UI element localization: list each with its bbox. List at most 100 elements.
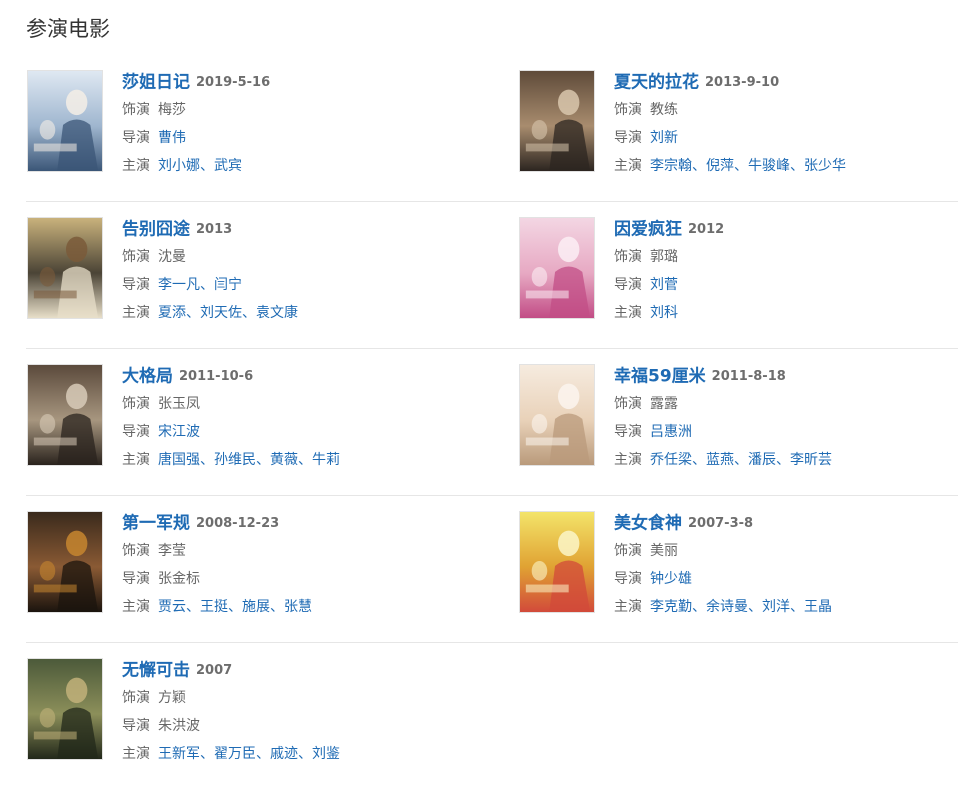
film-info: 美女食神 2007-3-8 饰演 美丽 导演 钟少雄 主演 李克勤、余诗曼、刘洋、王晶 [614, 509, 958, 621]
cast-member-link[interactable]: 刘科 [650, 305, 678, 321]
director-name[interactable]: 闫宁 [214, 277, 242, 293]
cast-label: 主演 [614, 599, 642, 615]
role-name: 教练 [650, 102, 678, 118]
film-director-line: 导演 张金标 [122, 565, 482, 593]
list-separator: 、 [200, 277, 214, 293]
cast-member-link[interactable]: 余诗曼 [706, 599, 748, 615]
director-name[interactable]: 刘菅 [650, 277, 678, 293]
director-name[interactable]: 吕惠洲 [650, 424, 692, 440]
cast-label: 主演 [614, 452, 642, 468]
film-row: 大格局 2011-10-6 饰演 张玉凤 导演 宋江波 主演 唐国强、孙维民、黄薇、牛莉 幸福5… [26, 362, 958, 509]
film-poster[interactable] [519, 511, 595, 613]
director-name[interactable]: 刘新 [650, 130, 678, 146]
cast-member-link[interactable]: 黄薇 [270, 452, 298, 468]
cast-member-link[interactable]: 戚迹 [270, 746, 298, 762]
director-name[interactable]: 曹伟 [158, 130, 186, 146]
film-title-link[interactable]: 幸福59厘米 [614, 367, 706, 387]
cast-member-link[interactable]: 李昕芸 [790, 452, 832, 468]
role-name: 美丽 [650, 543, 678, 559]
cast-member-link[interactable]: 袁文康 [256, 305, 298, 321]
cast-member-link[interactable]: 蓝燕 [706, 452, 734, 468]
film-item: 莎姐日记 2019-5-16 饰演 梅莎 导演 曹伟 主演 刘小娜、武宾 [26, 68, 486, 178]
film-title-link[interactable]: 大格局 [122, 367, 173, 387]
film-release-date: 2008-12-23 [196, 515, 280, 531]
film-info: 大格局 2011-10-6 饰演 张玉凤 导演 宋江波 主演 唐国强、孙维民、黄薇、牛莉 [122, 362, 482, 474]
film-poster[interactable] [27, 217, 103, 319]
director-name[interactable]: 钟少雄 [650, 571, 692, 587]
film-title-link[interactable]: 夏天的拉花 [614, 73, 699, 93]
film-title-link[interactable]: 无懈可击 [122, 661, 190, 681]
film-role-line: 饰演 露露 [614, 390, 958, 418]
cast-member-link[interactable]: 夏添 [158, 305, 186, 321]
film-info: 无懈可击 2007 饰演 方颖 导演 朱洪波 主演 王新军、翟万臣、戚迹、刘鉴 [122, 656, 482, 768]
film-heading: 美女食神 2007-3-8 [614, 509, 958, 537]
cast-member-link[interactable]: 张慧 [284, 599, 312, 615]
cast-member-link[interactable]: 李宗翰 [650, 158, 692, 174]
film-release-date: 2007 [196, 662, 233, 678]
director-label: 导演 [614, 277, 642, 293]
cast-member-link[interactable]: 王晶 [804, 599, 832, 615]
list-separator: 、 [748, 599, 762, 615]
cast-member-link[interactable]: 李克勤 [650, 599, 692, 615]
film-director-line: 导演 朱洪波 [122, 712, 482, 740]
cast-member-link[interactable]: 翟万臣 [214, 746, 256, 762]
cast-member-link[interactable]: 牛骏峰 [748, 158, 790, 174]
film-item: 大格局 2011-10-6 饰演 张玉凤 导演 宋江波 主演 唐国强、孙维民、黄薇、牛莉 [26, 362, 486, 472]
cast-member-link[interactable]: 王挺 [200, 599, 228, 615]
film-info: 第一军规 2008-12-23 饰演 李莹 导演 张金标 主演 贾云、王挺、施展、张慧 [122, 509, 482, 621]
film-release-date: 2019-5-16 [196, 74, 271, 90]
film-row: 第一军规 2008-12-23 饰演 李莹 导演 张金标 主演 贾云、王挺、施展、张慧 美女食神… [26, 509, 958, 656]
film-title-link[interactable]: 美女食神 [614, 514, 682, 534]
film-poster[interactable] [27, 364, 103, 466]
film-director-line: 导演 吕惠洲 [614, 418, 958, 446]
film-poster[interactable] [27, 70, 103, 172]
cast-member-link[interactable]: 刘小娜 [158, 158, 200, 174]
director-label: 导演 [122, 424, 150, 440]
film-heading: 大格局 2011-10-6 [122, 362, 482, 390]
cast-member-link[interactable]: 王新军 [158, 746, 200, 762]
film-poster[interactable] [27, 658, 103, 760]
film-director-line: 导演 刘新 [614, 124, 958, 152]
film-heading: 莎姐日记 2019-5-16 [122, 68, 482, 96]
cast-label: 主演 [122, 746, 150, 762]
film-title-link[interactable]: 因爱疯狂 [614, 220, 682, 240]
film-title-link[interactable]: 莎姐日记 [122, 73, 190, 93]
list-separator: 、 [692, 599, 706, 615]
cast-member-link[interactable]: 潘辰 [748, 452, 776, 468]
director-label: 导演 [122, 277, 150, 293]
cast-member-link[interactable]: 刘洋 [762, 599, 790, 615]
film-poster[interactable] [519, 364, 595, 466]
film-title-link[interactable]: 告别囧途 [122, 220, 190, 240]
cast-member-link[interactable]: 孙维民 [214, 452, 256, 468]
cast-member-link[interactable]: 贾云 [158, 599, 186, 615]
cast-member-link[interactable]: 武宾 [214, 158, 242, 174]
cast-member-link[interactable]: 牛莉 [312, 452, 340, 468]
role-label: 饰演 [122, 249, 150, 265]
director-name[interactable]: 李一凡 [158, 277, 200, 293]
film-cast-line: 主演 李克勤、余诗曼、刘洋、王晶 [614, 593, 958, 621]
cast-member-link[interactable]: 倪萍 [706, 158, 734, 174]
film-director-line: 导演 宋江波 [122, 418, 482, 446]
film-info: 幸福59厘米 2011-8-18 饰演 露露 导演 吕惠洲 主演 乔任梁、蓝燕、潘辰、李昕芸 [614, 362, 958, 474]
film-poster[interactable] [519, 70, 595, 172]
film-item: 夏天的拉花 2013-9-10 饰演 教练 导演 刘新 主演 李宗翰、倪萍、牛骏峰、张少华 [518, 68, 958, 178]
cast-member-link[interactable]: 张少华 [804, 158, 846, 174]
film-role-line: 饰演 沈曼 [122, 243, 482, 271]
cast-member-link[interactable]: 乔任梁 [650, 452, 692, 468]
film-release-date: 2012 [688, 221, 725, 237]
film-poster[interactable] [27, 511, 103, 613]
director-name[interactable]: 宋江波 [158, 424, 200, 440]
director-label: 导演 [614, 571, 642, 587]
cast-member-link[interactable]: 唐国强 [158, 452, 200, 468]
film-info: 因爱疯狂 2012 饰演 郭璐 导演 刘菅 主演 刘科 [614, 215, 958, 327]
cast-member-link[interactable]: 刘鉴 [312, 746, 340, 762]
cast-member-link[interactable]: 施展 [242, 599, 270, 615]
film-item: 幸福59厘米 2011-8-18 饰演 露露 导演 吕惠洲 主演 乔任梁、蓝燕、潘辰、李昕芸 [518, 362, 958, 472]
film-heading: 第一军规 2008-12-23 [122, 509, 482, 537]
film-item: 第一军规 2008-12-23 饰演 李莹 导演 张金标 主演 贾云、王挺、施展、张慧 [26, 509, 486, 619]
cast-member-link[interactable]: 刘天佐 [200, 305, 242, 321]
director-label: 导演 [122, 130, 150, 146]
film-poster[interactable] [519, 217, 595, 319]
film-role-line: 饰演 方颖 [122, 684, 482, 712]
film-title-link[interactable]: 第一军规 [122, 514, 190, 534]
